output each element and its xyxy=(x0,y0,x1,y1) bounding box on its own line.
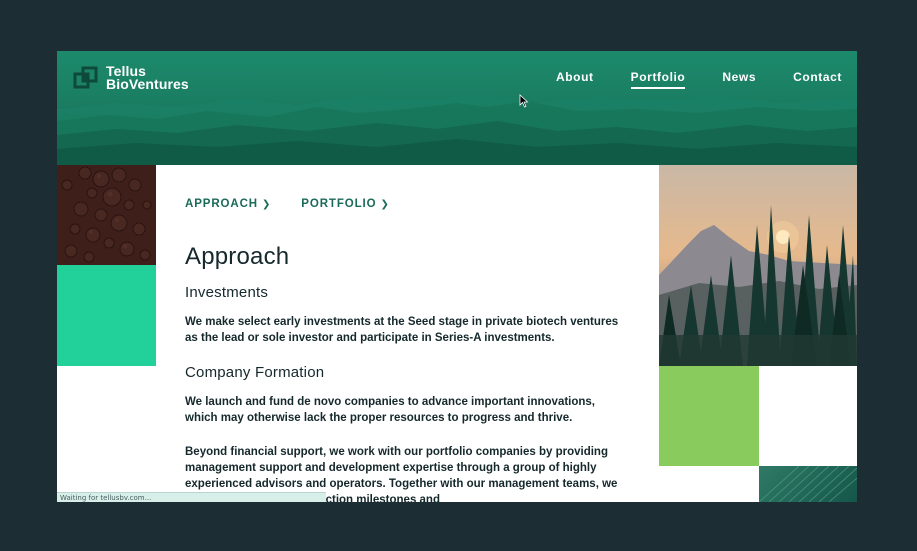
brand-logo[interactable]: Tellus BioVentures xyxy=(73,64,189,92)
browser-status-bar: Waiting for tellusbv.com... xyxy=(57,492,326,502)
company-formation-heading: Company Formation xyxy=(185,364,325,381)
leaf-texture-image xyxy=(759,466,857,502)
investments-heading: Investments xyxy=(185,284,269,301)
subnav-link-portfolio[interactable]: PORTFOLIO ❯ xyxy=(301,198,389,210)
nav-link-contact[interactable]: Contact xyxy=(793,70,842,89)
nav-link-news[interactable]: News xyxy=(722,70,756,89)
website-viewport: Tellus BioVentures About Portfolio News … xyxy=(57,51,857,502)
page-title: Approach xyxy=(185,243,290,270)
forest-sunset-graphic xyxy=(659,165,857,366)
bubble-texture-graphic xyxy=(57,165,156,265)
investments-text: We make select early investments at the … xyxy=(185,316,619,344)
brand-name: Tellus BioVentures xyxy=(106,64,189,92)
forest-sunset-image xyxy=(659,165,857,366)
company-formation-text: We launch and fund de novo companies to … xyxy=(185,396,596,424)
mouse-pointer-icon xyxy=(519,94,529,108)
chevron-right-icon: ❯ xyxy=(262,198,272,210)
subnav-portfolio-label: PORTFOLIO xyxy=(301,198,377,210)
nav-link-portfolio[interactable]: Portfolio xyxy=(630,70,686,89)
subnav-approach-label: APPROACH xyxy=(185,198,259,210)
site-header: Tellus BioVentures About Portfolio News … xyxy=(57,51,857,165)
subnav-link-approach[interactable]: APPROACH ❯ xyxy=(185,198,271,210)
green-accent-block xyxy=(659,366,759,466)
interlocking-squares-icon xyxy=(73,66,98,89)
section-subnav: APPROACH ❯ PORTFOLIO ❯ xyxy=(185,198,420,210)
bubble-texture-image xyxy=(57,165,156,265)
brand-name-line2: BioVentures xyxy=(106,76,189,92)
leaf-texture-graphic xyxy=(759,466,857,502)
chevron-right-icon: ❯ xyxy=(380,198,390,210)
nav-link-about[interactable]: About xyxy=(556,70,594,89)
teal-accent-block xyxy=(57,265,156,366)
main-navigation: About Portfolio News Contact xyxy=(519,70,842,89)
